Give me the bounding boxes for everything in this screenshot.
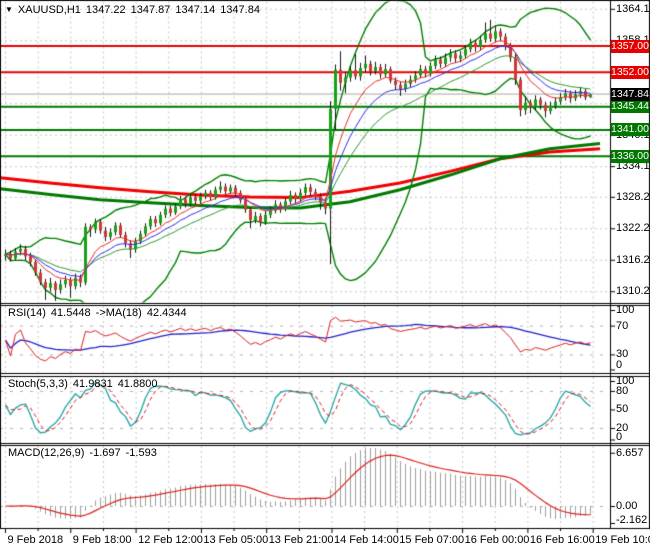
stochastic-indicator-label: Stoch(5,3,3) 41.9831 41.8800: [8, 378, 162, 390]
rsi-indicator-label: RSI(14) 41.5448 ->MA(18) 42.4344: [8, 307, 192, 319]
price-level-badge[interactable]: 1341.00: [611, 123, 649, 137]
macd-axis-tick: 0.00: [616, 500, 638, 512]
rsi-ma-name: ->MA(18): [95, 307, 142, 319]
price-axis-tick: 1328.25: [616, 190, 650, 203]
stoch-axis-tick: 80: [616, 384, 629, 397]
rsi-axis-tick: 70: [616, 319, 629, 332]
price-axis-tick: 1322.25: [616, 222, 650, 235]
macd-signal-value: -1.593: [125, 447, 157, 459]
price-level-badge[interactable]: 1345.44: [611, 100, 649, 114]
stoch-name: Stoch(5,3,3): [8, 378, 68, 390]
macd-name: MACD(12,26,9): [8, 447, 85, 459]
rsi-name: RSI(14): [8, 307, 46, 319]
macd-axis-tick: -2.162: [616, 514, 648, 526]
time-axis-label: 14 Feb 14:00: [334, 534, 399, 546]
symbol-period-label: XAUUSD,H1: [17, 4, 81, 16]
current-price-badge: 1347.84: [611, 87, 649, 101]
time-axis-label: 13 Feb 05:00: [203, 534, 269, 546]
price-level-badge[interactable]: 1352.00: [611, 65, 649, 79]
chart-title-row: ▼ XAUUSD,H1 1347.22 1347.87 1347.14 1347.84: [5, 4, 265, 16]
price-axis-tick: 1310.25: [616, 285, 650, 298]
time-axis-label: 9 Feb 18:00: [72, 534, 132, 546]
rsi-axis-tick: 100: [616, 304, 635, 316]
time-axis-label: 12 Feb 12:00: [138, 534, 203, 546]
macd-axis-tick: 6.657: [616, 446, 644, 459]
rsi-ma-value: 42.4344: [146, 307, 187, 319]
ohlc-low: 1347.14: [175, 4, 216, 16]
time-axis-label: 16 Feb 16:00: [529, 534, 595, 546]
price-level-badge[interactable]: 1357.00: [611, 39, 649, 53]
price-axis-tick: 1316.25: [616, 253, 650, 266]
stoch-axis-tick: 0: [616, 430, 623, 443]
price-axis-tick: 1364.10: [616, 2, 650, 15]
stoch-value: 41.9831: [72, 378, 113, 390]
chart-canvas[interactable]: [0, 0, 650, 550]
time-axis-label: 13 Feb 21:00: [268, 534, 334, 546]
ohlc-open: 1347.22: [85, 4, 126, 16]
rsi-axis-tick: 0: [616, 358, 623, 371]
stoch-axis-tick: 50: [616, 403, 629, 416]
time-axis-label: 9 Feb 2018: [7, 534, 64, 546]
time-axis-label: 19 Feb 10:00: [595, 534, 650, 546]
ohlc-high: 1347.87: [130, 4, 171, 16]
price-level-badge[interactable]: 1336.00: [611, 149, 649, 163]
stoch-signal-value: 41.8800: [117, 378, 158, 390]
symbol-dropdown-icon[interactable]: ▼: [5, 5, 13, 14]
rsi-value: 41.5448: [50, 307, 91, 319]
macd-indicator-label: MACD(12,26,9) -1.697 -1.593: [8, 447, 162, 459]
time-axis-label: 15 Feb 07:00: [399, 534, 465, 546]
time-axis-label: 16 Feb 00:00: [464, 534, 530, 546]
ohlc-close: 1347.84: [220, 4, 260, 16]
trading-chart-window: ▼ XAUUSD,H1 1347.22 1347.87 1347.14 1347.84 R…: [0, 0, 650, 550]
macd-value: -1.697: [89, 447, 121, 459]
